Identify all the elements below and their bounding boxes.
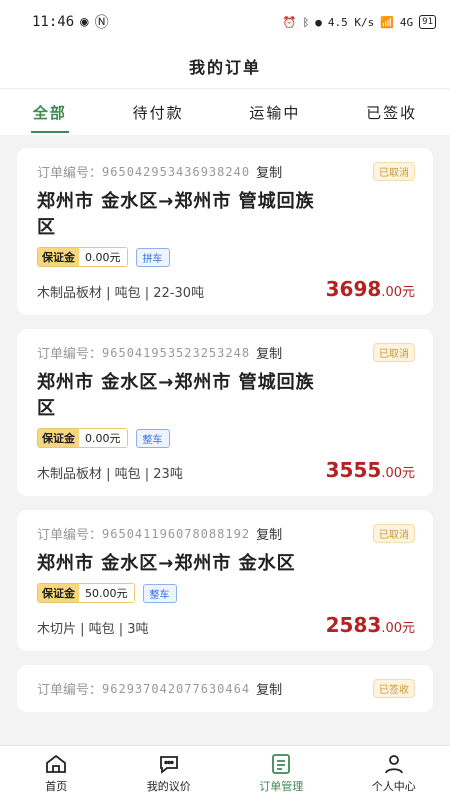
- bluetooth-icon: ᛒ: [302, 15, 310, 29]
- deposit-tag: 保证金 0.00元: [37, 428, 128, 448]
- signal-label: 4G: [399, 15, 414, 29]
- route: 郑州市 金水区→郑州市 管城回族 区: [37, 189, 415, 241]
- price-decimal: .00元: [381, 621, 415, 636]
- nav-order-management[interactable]: 订单管理: [241, 752, 321, 794]
- price: 2583.00元: [326, 613, 415, 637]
- status-bar: 11:46 ◉ Ⓝ ⏰ ᛒ ● 4.5 K/s 📶 4G 91: [0, 0, 450, 44]
- deposit-label: 保证金: [38, 584, 79, 602]
- order-number: 965041953523253248: [102, 345, 251, 360]
- order-card[interactable]: 订单编号： 965041196078088192 复制 已取消 郑州市 金水区→…: [17, 510, 433, 651]
- status-badge: 已取消: [373, 343, 415, 362]
- goods-info: 木制品板材 | 吨包 | 23吨: [37, 467, 183, 482]
- price: 3698.00元: [326, 277, 415, 301]
- home-icon: [46, 754, 67, 773]
- nfc-icon: Ⓝ: [94, 15, 109, 31]
- nav-label: 个人中心: [371, 780, 416, 793]
- transport-mode-badge: 整车: [135, 428, 170, 448]
- order-number-label: 订单编号：: [37, 528, 103, 543]
- network-speed: 4.5 K/s: [327, 15, 375, 29]
- nav-label: 首页: [45, 780, 68, 793]
- tab-signed[interactable]: 已签收: [358, 96, 425, 129]
- tab-in-transit[interactable]: 运输中: [241, 96, 308, 129]
- deposit-tag: 保证金 0.00元: [37, 247, 128, 267]
- status-badge: 已签收: [373, 679, 415, 698]
- status-badge: 已取消: [373, 162, 415, 181]
- goods-info: 木制品板材 | 吨包 | 22-30吨: [37, 286, 205, 301]
- deposit-value: 0.00元: [79, 248, 127, 266]
- price-decimal: .00元: [381, 466, 415, 481]
- order-number-label: 订单编号：: [37, 347, 103, 362]
- nav-home[interactable]: 首页: [16, 752, 96, 794]
- route-line: 区: [37, 398, 56, 419]
- price-integer: 2583: [325, 613, 382, 637]
- copy-button[interactable]: 复制: [256, 343, 282, 362]
- order-card[interactable]: 订单编号： 962937042077630464 复制 已签收: [17, 665, 433, 712]
- route-line: 郑州市 金水区→郑州市 管城回族: [37, 372, 315, 393]
- route: 郑州市 金水区→郑州市 金水区: [37, 551, 415, 577]
- order-number: 965042953436938240: [102, 164, 251, 179]
- route-line: 郑州市 金水区→郑州市 金水区: [37, 553, 296, 574]
- nav-label: 订单管理: [259, 780, 304, 793]
- user-icon: [384, 755, 403, 774]
- order-number: 962937042077630464: [102, 681, 251, 696]
- copy-button[interactable]: 复制: [256, 524, 282, 543]
- transport-mode-badge: 整车: [142, 583, 177, 603]
- price-integer: 3698: [325, 277, 382, 301]
- order-card[interactable]: 订单编号： 965041953523253248 复制 已取消 郑州市 金水区→…: [17, 329, 433, 496]
- goods-info: 木切片 | 吨包 | 3吨: [37, 622, 149, 637]
- eye-icon: ◉: [80, 14, 89, 30]
- status-badge: 已取消: [373, 524, 415, 543]
- route: 郑州市 金水区→郑州市 管城回族 区: [37, 370, 415, 422]
- tab-all[interactable]: 全部: [25, 96, 75, 133]
- nav-profile[interactable]: 个人中心: [354, 752, 434, 794]
- deposit-tag: 保证金 50.00元: [37, 583, 135, 603]
- status-time: 11:46: [32, 14, 75, 30]
- route-line: 郑州市 金水区→郑州市 管城回族: [37, 191, 315, 212]
- chat-icon: [159, 756, 178, 774]
- location-icon: ●: [315, 15, 322, 29]
- deposit-value: 0.00元: [79, 429, 127, 447]
- order-list: 订单编号： 965042953436938240 复制 已取消 郑州市 金水区→…: [0, 148, 450, 746]
- order-card[interactable]: 订单编号： 965042953436938240 复制 已取消 郑州市 金水区→…: [17, 148, 433, 315]
- order-icon: [272, 754, 291, 774]
- alarm-icon: ⏰: [282, 15, 297, 29]
- deposit-value: 50.00元: [79, 584, 134, 602]
- order-number: 965041196078088192: [102, 526, 251, 541]
- price-integer: 3555: [325, 458, 382, 482]
- price-decimal: .00元: [381, 285, 415, 300]
- order-number-label: 订单编号：: [37, 683, 103, 698]
- wifi-icon: 📶: [380, 15, 394, 29]
- copy-button[interactable]: 复制: [256, 679, 282, 698]
- page-title: 我的订单: [0, 44, 450, 88]
- tab-pending-payment[interactable]: 待付款: [125, 96, 192, 129]
- nav-my-bargain[interactable]: 我的议价: [129, 752, 209, 794]
- deposit-label: 保证金: [38, 429, 79, 447]
- deposit-label: 保证金: [38, 248, 79, 266]
- bottom-nav: 首页 我的议价 订单管理 个人中心: [0, 745, 450, 800]
- order-tabs: 全部 待付款 运输中 已签收: [0, 88, 450, 135]
- price: 3555.00元: [326, 458, 415, 482]
- nav-label: 我的议价: [146, 780, 191, 793]
- order-number-label: 订单编号：: [37, 166, 103, 181]
- copy-button[interactable]: 复制: [256, 162, 282, 181]
- battery-icon: 91: [419, 15, 436, 29]
- transport-mode-badge: 拼车: [135, 247, 170, 267]
- route-line: 区: [37, 217, 56, 238]
